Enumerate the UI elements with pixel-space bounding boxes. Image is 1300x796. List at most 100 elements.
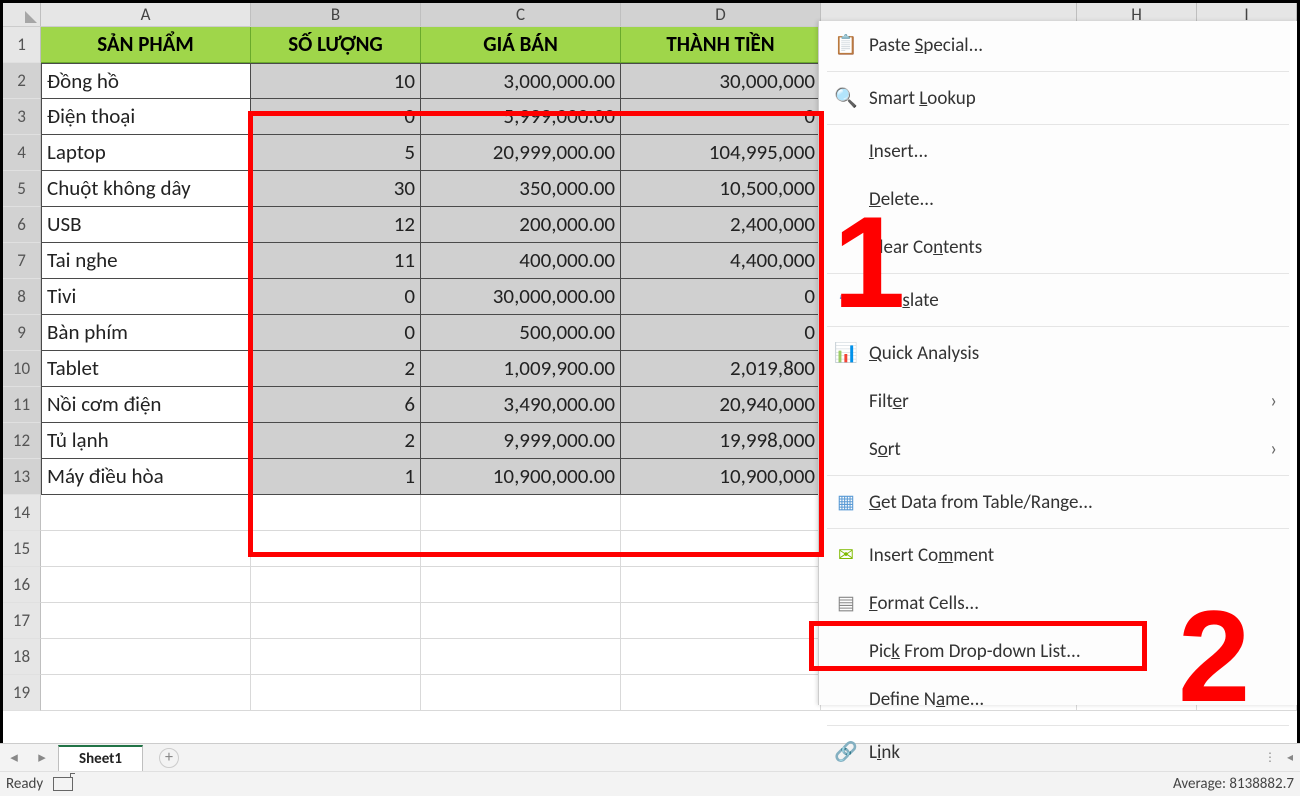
cell[interactable]: 0	[621, 99, 821, 135]
row-header[interactable]: 8	[3, 279, 41, 315]
cell[interactable]: 5,999,000.00	[421, 99, 621, 135]
cell[interactable]: 4,400,000	[621, 243, 821, 279]
cell[interactable]	[41, 531, 251, 567]
row-header[interactable]: 4	[3, 135, 41, 171]
cell[interactable]: 30,000,000.00	[421, 279, 621, 315]
cell[interactable]: Tai nghe	[41, 243, 251, 279]
spreadsheet-grid[interactable]: 1 SẢN PHẨM SỐ LƯỢNG GIÁ BÁN THÀNH TIỀN 2…	[3, 27, 1297, 727]
cell[interactable]: 400,000.00	[421, 243, 621, 279]
cell[interactable]: 2	[251, 423, 421, 459]
cell[interactable]: 30	[251, 171, 421, 207]
cell[interactable]: 2	[251, 351, 421, 387]
col-header-B[interactable]: B	[251, 3, 421, 26]
row-header[interactable]: 16	[3, 567, 41, 603]
sheet-nav-next[interactable]: ▸	[28, 748, 56, 767]
cell[interactable]: 0	[251, 315, 421, 351]
cell[interactable]	[251, 567, 421, 603]
row-header[interactable]: 1	[3, 27, 41, 63]
row-header[interactable]: 14	[3, 495, 41, 531]
cell[interactable]	[41, 639, 251, 675]
cell[interactable]	[251, 639, 421, 675]
cell[interactable]: USB	[41, 207, 251, 243]
cell[interactable]: Đồng hồ	[41, 63, 251, 99]
cell[interactable]: SỐ LƯỢNG	[251, 27, 421, 63]
cell[interactable]	[621, 639, 821, 675]
row-header[interactable]: 6	[3, 207, 41, 243]
col-header-A[interactable]: A	[41, 3, 251, 26]
row-header[interactable]: 2	[3, 63, 41, 99]
sheet-nav-prev[interactable]: ◂	[0, 748, 28, 767]
sheet-tab[interactable]: Sheet1	[58, 745, 143, 771]
cell[interactable]	[41, 495, 251, 531]
row-header[interactable]: 15	[3, 531, 41, 567]
cell[interactable]	[251, 531, 421, 567]
cell[interactable]: 2,400,000	[621, 207, 821, 243]
cell[interactable]	[41, 567, 251, 603]
cell[interactable]: 10,900,000.00	[421, 459, 621, 495]
row-header[interactable]: 12	[3, 423, 41, 459]
cell[interactable]: Tủ lạnh	[41, 423, 251, 459]
col-header-C[interactable]: C	[421, 3, 621, 26]
row-header[interactable]: 7	[3, 243, 41, 279]
cell[interactable]: 3,000,000.00	[421, 63, 621, 99]
cell[interactable]: Máy điều hòa	[41, 459, 251, 495]
cell[interactable]	[41, 603, 251, 639]
cell[interactable]: 104,995,000	[621, 135, 821, 171]
cell[interactable]: 10,900,000	[621, 459, 821, 495]
cell[interactable]	[421, 603, 621, 639]
cell[interactable]	[621, 531, 821, 567]
cell[interactable]: 0	[251, 99, 421, 135]
cell[interactable]	[251, 603, 421, 639]
menu-item-sort[interactable]: Sort›	[819, 425, 1297, 473]
row-header[interactable]: 10	[3, 351, 41, 387]
cell[interactable]: 10	[251, 63, 421, 99]
menu-item-get-data[interactable]: ▦ Get Data from Table/Range...	[819, 478, 1297, 526]
cell[interactable]: 0	[621, 279, 821, 315]
menu-item-paste-special[interactable]: 📋 Paste Special...	[819, 21, 1297, 69]
cell[interactable]: Tivi	[41, 279, 251, 315]
cell[interactable]	[421, 675, 621, 711]
cell[interactable]: Laptop	[41, 135, 251, 171]
cell[interactable]: 30,000,000	[621, 63, 821, 99]
cell[interactable]: 11	[251, 243, 421, 279]
cell[interactable]	[41, 675, 251, 711]
cell[interactable]	[421, 495, 621, 531]
cell[interactable]: Nồi cơm điện	[41, 387, 251, 423]
cell[interactable]: Bàn phím	[41, 315, 251, 351]
cell[interactable]	[251, 495, 421, 531]
cell[interactable]	[421, 567, 621, 603]
cell[interactable]: Chuột không dây	[41, 171, 251, 207]
row-header[interactable]: 18	[3, 639, 41, 675]
cell[interactable]: GIÁ BÁN	[421, 27, 621, 63]
cell[interactable]: 19,998,000	[621, 423, 821, 459]
row-header[interactable]: 5	[3, 171, 41, 207]
cell[interactable]: SẢN PHẨM	[41, 27, 251, 63]
cell[interactable]	[421, 531, 621, 567]
menu-item-link[interactable]: 🔗 Link	[819, 728, 1297, 776]
cell[interactable]: 12	[251, 207, 421, 243]
cell[interactable]: 200,000.00	[421, 207, 621, 243]
cell[interactable]	[251, 675, 421, 711]
row-header[interactable]: 9	[3, 315, 41, 351]
menu-item-filter[interactable]: Filter›	[819, 377, 1297, 425]
cell[interactable]: 5	[251, 135, 421, 171]
cell[interactable]	[621, 495, 821, 531]
cell[interactable]: 350,000.00	[421, 171, 621, 207]
select-all-corner[interactable]	[3, 3, 41, 26]
row-header[interactable]: 3	[3, 99, 41, 135]
cell[interactable]: 6	[251, 387, 421, 423]
cell[interactable]	[621, 675, 821, 711]
row-header[interactable]: 11	[3, 387, 41, 423]
row-header[interactable]: 13	[3, 459, 41, 495]
cell[interactable]: 3,490,000.00	[421, 387, 621, 423]
row-header[interactable]: 19	[3, 675, 41, 711]
cell[interactable]: Điện thoại	[41, 99, 251, 135]
menu-item-insert[interactable]: Insert...	[819, 127, 1297, 175]
col-header-D[interactable]: D	[621, 3, 821, 26]
cell[interactable]: 1,009,900.00	[421, 351, 621, 387]
cell[interactable]: 0	[251, 279, 421, 315]
accessibility-icon[interactable]	[53, 777, 73, 791]
cell[interactable]: 0	[621, 315, 821, 351]
cell[interactable]: Tablet	[41, 351, 251, 387]
cell[interactable]: 20,999,000.00	[421, 135, 621, 171]
